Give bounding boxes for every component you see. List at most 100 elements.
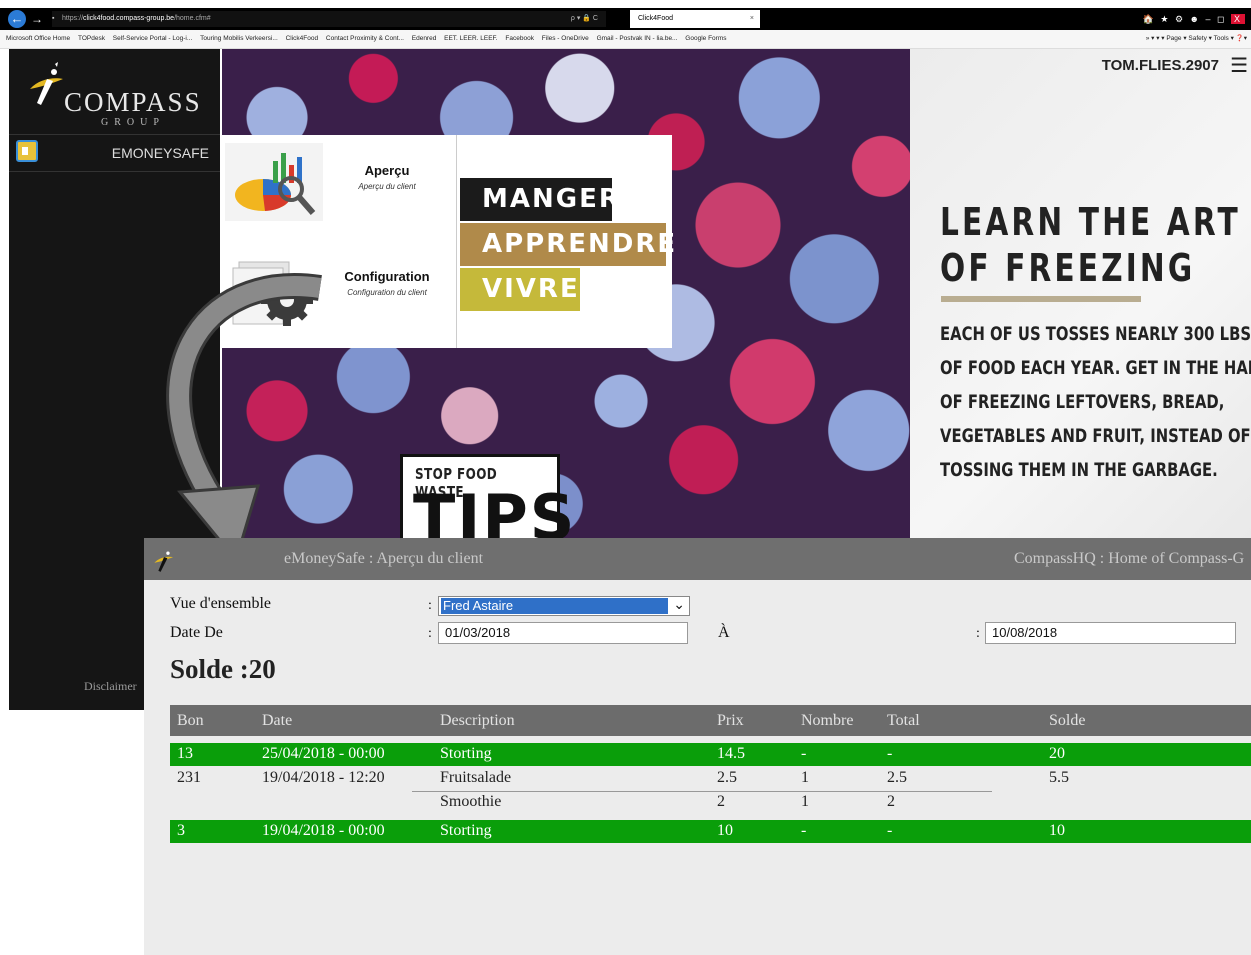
hamburger-menu-icon[interactable]: ☰ xyxy=(1230,56,1248,76)
browser-titlebar: ← → ▪ https://click4food.compass-group.be… xyxy=(0,8,1251,30)
body-line: OF FOOD EACH YEAR. GET IN THE HABIT xyxy=(940,357,1251,379)
compass-figure-icon xyxy=(30,62,63,105)
favorites-bar: Microsoft Office Home TOPdesk Self-Servi… xyxy=(0,30,1251,49)
url-host: click4food.compass-group.be xyxy=(83,15,175,22)
cell-nombre: - xyxy=(801,822,807,839)
poster-headline: LEARN THE ART OF FREEZING xyxy=(940,199,1241,291)
date-from-input[interactable]: 01/03/2018 xyxy=(438,622,688,644)
menu-item-subtitle: Aperçu du client xyxy=(358,182,416,191)
pie-chart-magnifier-icon xyxy=(225,143,323,221)
col-description: Description xyxy=(440,712,515,729)
favorite-item[interactable]: Gmail - Postvak IN - lia.be... xyxy=(597,35,678,42)
favorite-item[interactable]: Facebook xyxy=(505,35,534,42)
cell-description: Smoothie xyxy=(440,793,502,810)
compass-logo[interactable]: COMPASS GROUP xyxy=(9,49,220,134)
headline-line: LEARN THE ART xyxy=(940,200,1241,244)
table-row[interactable]: 13 25/04/2018 - 00:00 Storting 14.5 - - … xyxy=(170,743,1251,766)
tab-close-icon[interactable]: × xyxy=(750,10,754,28)
divider xyxy=(9,171,220,172)
date-from-label: Date De xyxy=(170,624,223,641)
slogan-vivre: VIVRE xyxy=(460,268,580,311)
cell-bon: 3 xyxy=(177,822,185,839)
date-to-label: À xyxy=(718,624,730,641)
col-date: Date xyxy=(262,712,293,729)
site-title[interactable]: CompassHQ : Home of Compass-G xyxy=(1014,550,1244,568)
client-select[interactable]: Fred Astaire ⌄ xyxy=(438,596,690,616)
headline-line: OF FREEZING xyxy=(940,246,1196,290)
colon: : xyxy=(976,626,980,641)
cell-nombre: 1 xyxy=(801,769,809,786)
url-path: /home.cfm# xyxy=(174,15,211,22)
cell-prix: 2 xyxy=(717,793,725,810)
body-line: TOSSING THEM IN THE GARBAGE. xyxy=(940,459,1218,481)
cell-total: - xyxy=(887,745,893,762)
body-line: EACH OF US TOSSES NEARLY 300 LBS. xyxy=(940,323,1251,345)
url-prefix: https:// xyxy=(62,15,84,22)
balance-heading: Solde :20 xyxy=(170,654,276,684)
table-header: Bon Date Description Prix Nombre Total S… xyxy=(170,705,1251,736)
slogan-apprendre: APPRENDRE xyxy=(460,223,675,266)
cell-bon: 231 xyxy=(177,769,201,786)
logo-subtitle: GROUP xyxy=(101,117,165,128)
divider xyxy=(456,135,457,348)
cell-date: 19/04/2018 - 12:20 xyxy=(262,769,385,786)
menu-item-title: Aperçu xyxy=(364,163,410,178)
table-row[interactable]: 3 19/04/2018 - 00:00 Storting 10 - - 10 xyxy=(170,820,1251,843)
col-prix: Prix xyxy=(717,712,744,729)
window-close-icon[interactable]: X xyxy=(1230,14,1245,24)
date-to-input[interactable]: 10/08/2018 xyxy=(985,622,1236,644)
browser-tab[interactable]: Click4Food × xyxy=(630,10,760,28)
favorite-item[interactable]: Microsoft Office Home xyxy=(6,35,70,42)
colon: : xyxy=(428,626,432,641)
favorite-item[interactable]: EET. LEER. LEEF. xyxy=(444,35,497,42)
cell-date: 19/04/2018 - 00:00 xyxy=(262,822,385,839)
disclaimer-link[interactable]: Disclaimer xyxy=(84,679,137,694)
overview-label: Vue d'ensemble xyxy=(170,595,271,612)
forward-button[interactable]: → xyxy=(31,10,43,28)
sidebar-item-emoneysafe[interactable]: EMONEYSAFE xyxy=(9,135,220,171)
chevron-down-icon[interactable]: ⌄ xyxy=(673,596,685,613)
favorite-item[interactable]: Contact Proximity & Cont... xyxy=(326,35,404,42)
menu-item-apercu[interactable]: Aperçu Aperçu du client xyxy=(220,135,456,235)
breadcrumb: eMoneySafe : Aperçu du client xyxy=(284,550,484,567)
cell-prix: 2.5 xyxy=(717,769,737,786)
cell-bon: 13 xyxy=(177,745,193,762)
address-bar[interactable]: ▪ https://click4food.compass-group.be/hom… xyxy=(52,11,606,27)
table-row[interactable]: Smoothie 2 1 2 xyxy=(170,791,1251,815)
command-bar[interactable]: » ▾ ▾ ▾ Page ▾ Safety ▾ Tools ▾ ❓▾ xyxy=(1146,30,1247,48)
col-solde: Solde xyxy=(1049,712,1086,729)
cell-date: 25/04/2018 - 00:00 xyxy=(262,745,385,762)
cell-prix: 10 xyxy=(717,822,733,839)
wallet-icon xyxy=(16,140,38,162)
toolbar-icons[interactable]: 🏠 ★ ⚙ ☻ – ◻ xyxy=(1143,14,1231,24)
poster-body: EACH OF US TOSSES NEARLY 300 LBS. OF FOO… xyxy=(940,317,1251,487)
app-header: eMoneySafe : Aperçu du client CompassHQ … xyxy=(144,538,1251,580)
favorite-item[interactable]: Files - OneDrive xyxy=(542,35,589,42)
address-tools[interactable]: ρ ▾ 🔒 C xyxy=(571,11,598,27)
cell-prix: 14.5 xyxy=(717,745,745,762)
slogan-manger: MANGER xyxy=(460,178,619,221)
col-bon: Bon xyxy=(177,712,204,729)
tab-title: Click4Food xyxy=(638,15,674,22)
user-name[interactable]: TOM.FLIES.2907 xyxy=(1102,57,1219,74)
body-line: VEGETABLES AND FRUIT, INSTEAD OF xyxy=(940,425,1251,447)
window-controls[interactable]: 🏠 ★ ⚙ ☻ – ◻ X xyxy=(1143,10,1245,28)
client-overview-window: eMoneySafe : Aperçu du client CompassHQ … xyxy=(144,538,1251,955)
favorite-item[interactable]: Touring Mobilis Verkeersi... xyxy=(200,35,278,42)
cell-total: - xyxy=(887,822,893,839)
page-icon: ▪ xyxy=(52,15,55,22)
poster-divider xyxy=(941,296,1141,302)
favorite-item[interactable]: Self-Service Portal - Log-i... xyxy=(113,35,192,42)
back-button[interactable]: ← xyxy=(8,10,26,28)
freezing-tips-poster: TOM.FLIES.2907 ☰ LEARN THE ART OF FREEZI… xyxy=(910,49,1251,538)
col-nombre: Nombre xyxy=(801,712,854,729)
cell-solde: 10 xyxy=(1049,822,1065,839)
sidebar-item-label: EMONEYSAFE xyxy=(111,145,209,161)
favorite-item[interactable]: TOPdesk xyxy=(78,35,105,42)
favorite-item[interactable]: Edenred xyxy=(412,35,437,42)
favorite-item[interactable]: Click4Food xyxy=(286,35,319,42)
cell-total: 2 xyxy=(887,793,895,810)
favorite-item[interactable]: Google Forms xyxy=(685,35,726,42)
table-row[interactable]: 231 19/04/2018 - 12:20 Fruitsalade 2.5 1… xyxy=(170,767,1251,791)
col-total: Total xyxy=(887,712,920,729)
